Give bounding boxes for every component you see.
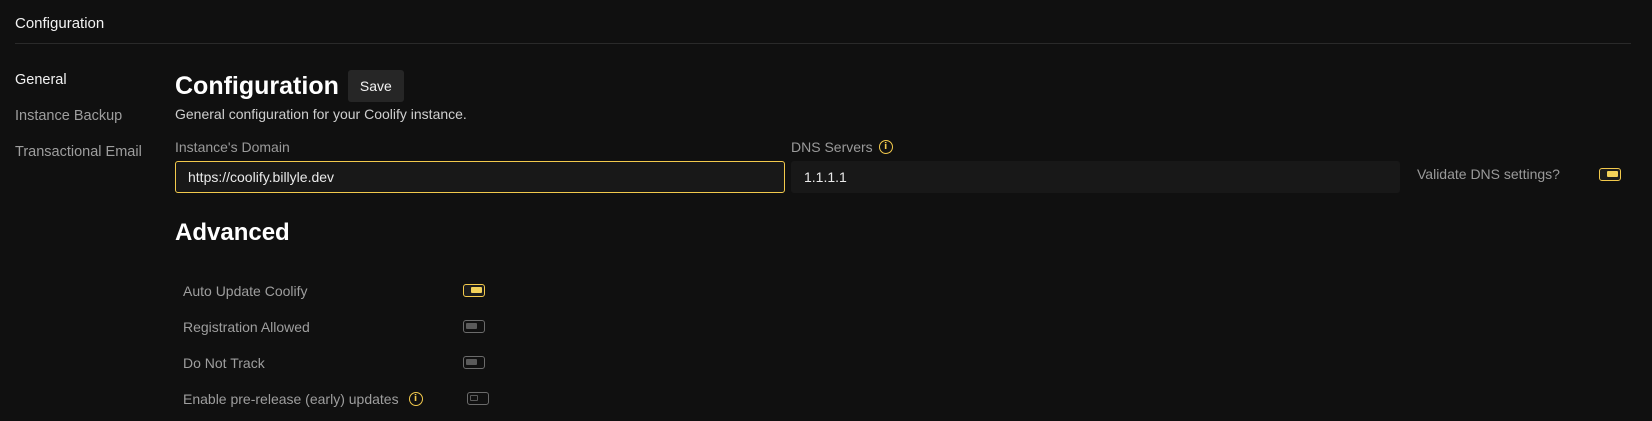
dns-servers-input[interactable] [791, 161, 1400, 193]
settings-subnav: General Instance Backup Transactional Em… [15, 70, 142, 178]
domain-label-text: Instance's Domain [175, 139, 290, 155]
advanced-section-title: Advanced [175, 219, 290, 246]
toggle-knob [466, 323, 477, 329]
info-icon[interactable]: i [408, 392, 423, 406]
main-content: Configuration Save General configuration… [175, 70, 467, 122]
validate-dns-label: Validate DNS settings? [1417, 166, 1560, 182]
toggle-knob [466, 359, 477, 365]
domain-input[interactable] [175, 161, 785, 193]
pre-release-label: Enable pre-release (early) updates i [183, 391, 423, 407]
auto-update-label-text: Auto Update Coolify [183, 283, 308, 299]
dns-label-text: DNS Servers [791, 139, 873, 155]
subnav-item-instance-backup[interactable]: Instance Backup [15, 106, 142, 142]
header-divider [15, 43, 1631, 44]
domain-label: Instance's Domain [175, 139, 290, 155]
registration-allowed-toggle[interactable] [463, 320, 485, 333]
subnav-item-transactional-email[interactable]: Transactional Email [15, 142, 142, 178]
page-title: Configuration [175, 71, 339, 100]
validate-dns-toggle[interactable] [1599, 168, 1621, 181]
do-not-track-label-text: Do Not Track [183, 355, 265, 371]
save-button[interactable]: Save [347, 70, 404, 102]
info-icon[interactable]: i [878, 140, 893, 154]
toggle-knob [1607, 171, 1618, 177]
toggle-knob [471, 287, 482, 293]
registration-allowed-label-text: Registration Allowed [183, 319, 310, 335]
pre-release-toggle[interactable] [467, 392, 489, 405]
subnav-item-general[interactable]: General [15, 70, 142, 106]
page-subtitle: General configuration for your Coolify i… [175, 106, 467, 122]
auto-update-toggle[interactable] [463, 284, 485, 297]
auto-update-label: Auto Update Coolify [183, 283, 308, 299]
do-not-track-toggle[interactable] [463, 356, 485, 369]
do-not-track-label: Do Not Track [183, 355, 265, 371]
top-bar-title: Configuration [15, 15, 105, 32]
pre-release-label-text: Enable pre-release (early) updates [183, 391, 399, 407]
toggle-knob [470, 395, 478, 401]
title-row: Configuration Save [175, 70, 467, 102]
registration-allowed-label: Registration Allowed [183, 319, 310, 335]
dns-label: DNS Servers i [791, 139, 893, 155]
